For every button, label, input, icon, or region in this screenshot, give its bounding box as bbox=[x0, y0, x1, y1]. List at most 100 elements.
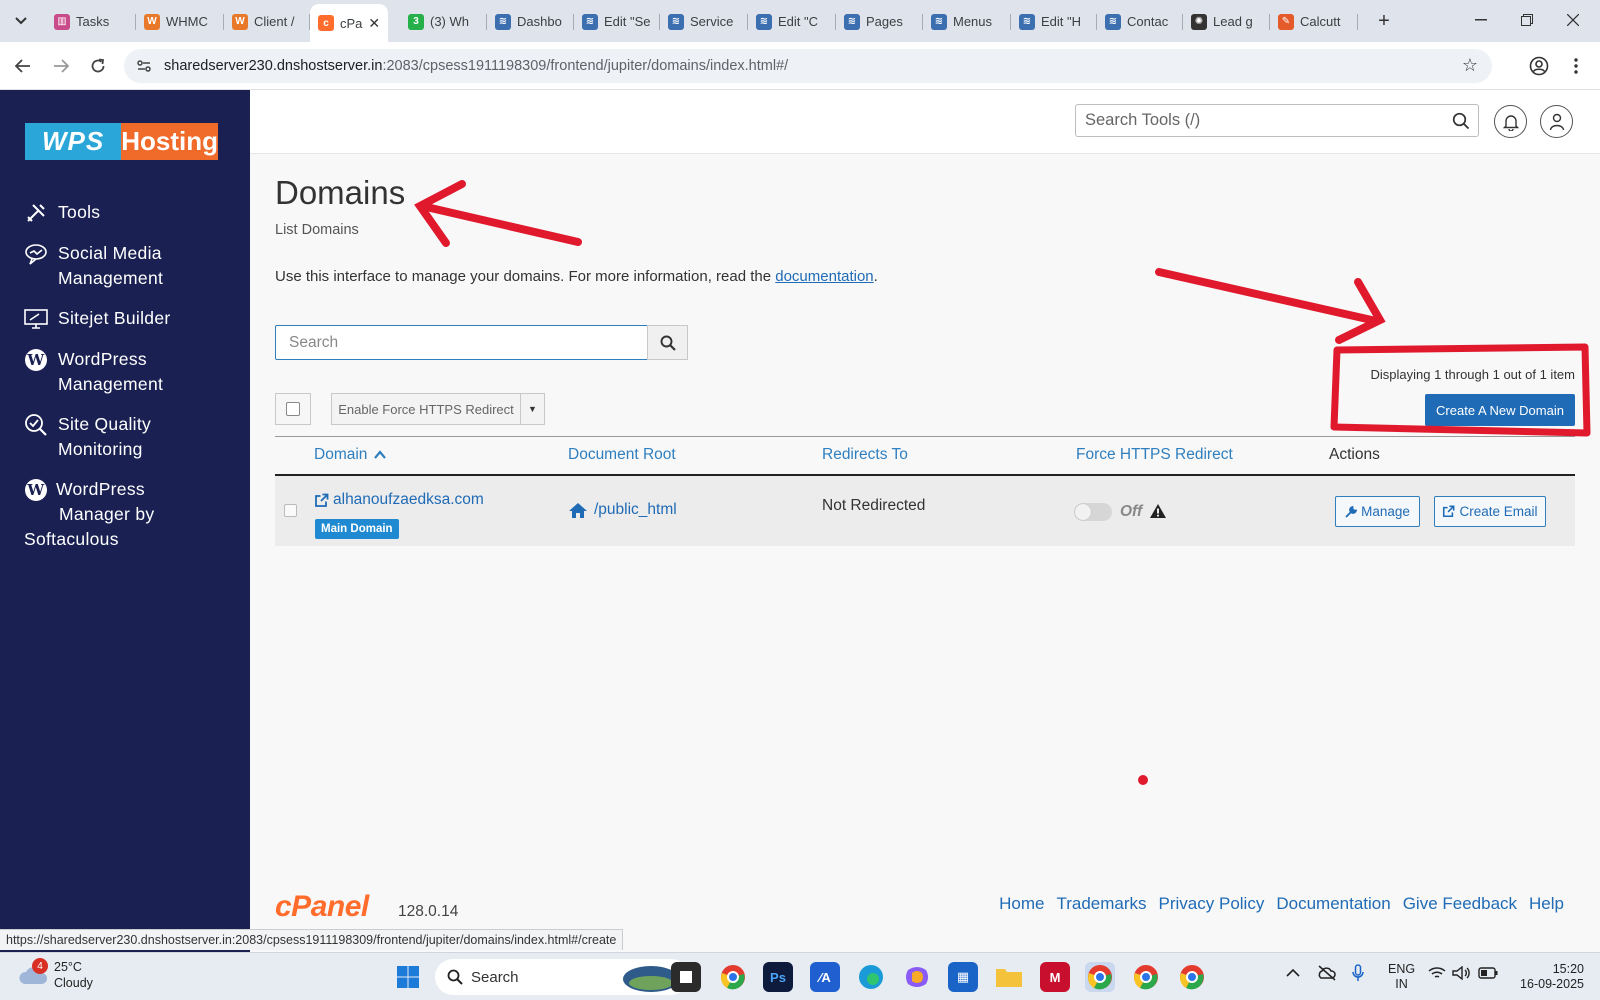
taskbar-app-icon[interactable]: ⁄A bbox=[810, 962, 840, 992]
manage-button[interactable]: Manage bbox=[1335, 496, 1420, 527]
browser-tab[interactable]: ≋ Edit "Se bbox=[574, 7, 660, 36]
profile-button[interactable] bbox=[1527, 54, 1551, 78]
tray-overflow-chevron-icon[interactable] bbox=[1286, 967, 1300, 982]
wps-hosting-logo[interactable]: WPS Hosting bbox=[25, 123, 218, 160]
tab-label: (3) Wh bbox=[430, 14, 469, 29]
footer-links: Home Trademarks Privacy Policy Documenta… bbox=[999, 894, 1564, 914]
reload-button[interactable] bbox=[84, 52, 112, 80]
browser-tab[interactable]: c cPa ✕ bbox=[310, 4, 388, 42]
restore-button[interactable] bbox=[1504, 6, 1550, 34]
browser-tab[interactable]: ≋ Edit "C bbox=[748, 7, 836, 36]
browser-tab[interactable]: W WHMC bbox=[136, 7, 224, 36]
cpanel-logo[interactable]: cPanel bbox=[275, 890, 369, 924]
browser-tab[interactable]: ≋ Pages bbox=[836, 7, 923, 36]
new-tab-button[interactable]: + bbox=[1372, 9, 1396, 33]
monitor-icon bbox=[24, 306, 48, 331]
browser-tab[interactable]: ≋ Service bbox=[660, 7, 748, 36]
back-button[interactable] bbox=[9, 52, 37, 80]
sidebar-item-tools[interactable]: Tools bbox=[24, 200, 234, 225]
footer-link-help[interactable]: Help bbox=[1529, 894, 1564, 914]
warning-icon[interactable] bbox=[1149, 503, 1167, 524]
browser-tab[interactable]: ≋ Menus bbox=[923, 7, 1011, 36]
domain-link[interactable]: alhanoufzaedksa.com bbox=[314, 491, 484, 509]
search-icon[interactable] bbox=[1452, 112, 1470, 135]
clock[interactable]: 15:20 16-09-2025 bbox=[1514, 962, 1584, 992]
browser-tab[interactable]: ≋ Edit "H bbox=[1011, 7, 1097, 36]
taskbar-chrome-profile-3-icon[interactable] bbox=[1177, 962, 1207, 992]
volume-icon[interactable] bbox=[1452, 965, 1470, 984]
tab-search-menu-button[interactable] bbox=[8, 8, 34, 34]
taskbar-copilot-icon[interactable] bbox=[902, 962, 932, 992]
documentation-link[interactable]: documentation bbox=[775, 268, 873, 285]
browser-tab[interactable]: ▥ Tasks bbox=[46, 7, 136, 36]
browser-tab[interactable]: 3 (3) Wh bbox=[400, 7, 487, 36]
site-settings-icon[interactable] bbox=[136, 58, 152, 74]
force-https-dropdown-toggle[interactable]: ▼ bbox=[520, 393, 545, 425]
notifications-button[interactable] bbox=[1494, 105, 1527, 138]
taskbar-chrome-profile-1-icon[interactable] bbox=[1085, 962, 1115, 992]
taskbar-chrome-profile-2-icon[interactable] bbox=[1131, 962, 1161, 992]
sidebar-item-site-quality-monitoring[interactable]: Site Quality Monitoring bbox=[24, 412, 234, 462]
onedrive-offline-icon[interactable] bbox=[1317, 965, 1337, 985]
bookmark-star-icon[interactable]: ☆ bbox=[1462, 55, 1478, 76]
table-divider bbox=[275, 436, 1575, 437]
document-root-link[interactable]: /public_html bbox=[568, 501, 677, 519]
sidebar-item-label: Sitejet Builder bbox=[58, 308, 171, 328]
forward-button[interactable] bbox=[47, 52, 75, 80]
column-header-actions: Actions bbox=[1329, 446, 1380, 463]
search-tools-input[interactable]: Search Tools (/) bbox=[1075, 104, 1479, 137]
create-email-button[interactable]: Create Email bbox=[1434, 496, 1546, 527]
taskbar-search[interactable]: Search bbox=[435, 959, 689, 995]
tab-close-icon[interactable]: ✕ bbox=[368, 15, 380, 32]
taskbar-app-files-icon[interactable] bbox=[671, 962, 701, 992]
force-https-toggle[interactable] bbox=[1074, 503, 1112, 521]
footer-link-home[interactable]: Home bbox=[999, 894, 1044, 914]
taskbar-file-explorer-icon[interactable] bbox=[994, 962, 1024, 992]
footer-link-give-feedback[interactable]: Give Feedback bbox=[1403, 894, 1517, 914]
enable-force-https-button[interactable]: Enable Force HTTPS Redirect bbox=[331, 393, 521, 425]
start-button[interactable] bbox=[393, 962, 423, 992]
sidebar-item-wordpress-management[interactable]: W WordPress Management bbox=[24, 347, 234, 397]
minimize-button[interactable] bbox=[1458, 6, 1504, 34]
column-header-domain[interactable]: Domain bbox=[314, 446, 386, 464]
column-header-redirects-to[interactable]: Redirects To bbox=[822, 446, 908, 464]
language-indicator[interactable]: ENG IN bbox=[1388, 962, 1415, 992]
microphone-icon[interactable] bbox=[1352, 964, 1364, 986]
svg-text:W: W bbox=[26, 351, 45, 369]
tab-favicon-icon: ≋ bbox=[1105, 13, 1121, 30]
column-header-document-root[interactable]: Document Root bbox=[568, 446, 676, 464]
domain-search-button[interactable] bbox=[647, 325, 688, 360]
address-bar[interactable]: sharedserver230.dnshostserver.in:2083/cp… bbox=[124, 49, 1492, 83]
footer-link-documentation[interactable]: Documentation bbox=[1276, 894, 1390, 914]
arrow-left-icon bbox=[15, 59, 30, 73]
browser-tab[interactable]: W Client / bbox=[224, 7, 310, 36]
taskbar-store-icon[interactable]: ▦ bbox=[948, 962, 978, 992]
row-checkbox[interactable] bbox=[284, 504, 297, 517]
taskbar-photoshop-icon[interactable]: Ps bbox=[763, 962, 793, 992]
browser-tab[interactable]: ≋ Contac bbox=[1097, 7, 1183, 36]
wifi-icon[interactable] bbox=[1428, 966, 1446, 984]
tab-favicon-icon: ≋ bbox=[582, 13, 598, 30]
domain-search-input[interactable]: Search bbox=[275, 325, 648, 360]
battery-icon[interactable] bbox=[1478, 967, 1498, 983]
taskbar-chrome-icon[interactable] bbox=[718, 962, 748, 992]
sidebar-item-social-media-management[interactable]: Social Media Management bbox=[24, 241, 234, 291]
browser-menu-button[interactable] bbox=[1564, 54, 1588, 78]
taskbar-mcafee-icon[interactable]: M bbox=[1040, 962, 1070, 992]
column-header-force-https[interactable]: Force HTTPS Redirect bbox=[1076, 446, 1233, 464]
weather-widget[interactable]: 4 25°C Cloudy bbox=[18, 958, 93, 991]
close-window-button[interactable] bbox=[1550, 6, 1596, 34]
sidebar-item-sitejet-builder[interactable]: Sitejet Builder bbox=[24, 306, 234, 331]
tab-label: Dashbo bbox=[517, 14, 562, 29]
footer-link-privacy-policy[interactable]: Privacy Policy bbox=[1159, 894, 1265, 914]
main-domain-badge: Main Domain bbox=[315, 519, 399, 539]
user-menu-button[interactable] bbox=[1540, 105, 1573, 138]
browser-tab[interactable]: ✺ Lead g bbox=[1183, 7, 1270, 36]
select-all-checkbox[interactable] bbox=[275, 393, 311, 425]
sidebar-item-wordpress-manager-softaculous[interactable]: W WordPress Manager by Softaculous bbox=[24, 477, 234, 552]
footer-link-trademarks[interactable]: Trademarks bbox=[1056, 894, 1146, 914]
create-new-domain-button[interactable]: Create A New Domain bbox=[1425, 394, 1575, 426]
browser-tab[interactable]: ✎ Calcutt bbox=[1270, 7, 1358, 36]
browser-tab[interactable]: ≋ Dashbo bbox=[487, 7, 574, 36]
taskbar-edge-icon[interactable] bbox=[856, 962, 886, 992]
